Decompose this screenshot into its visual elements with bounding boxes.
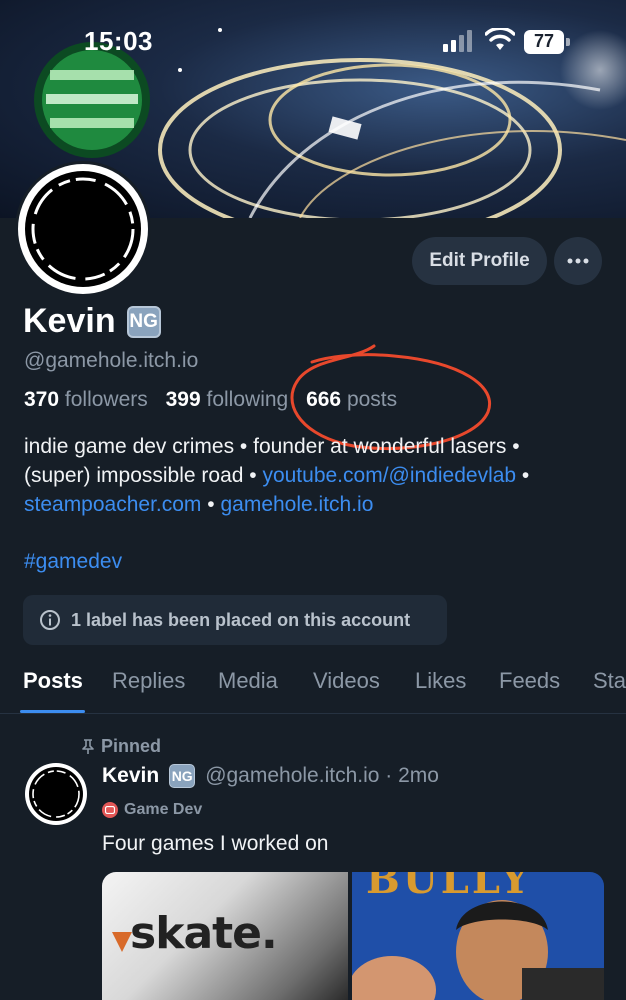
bio-itch-link[interactable]: gamehole.itch.io: [220, 493, 373, 516]
post-feed-context[interactable]: Game Dev: [102, 801, 202, 819]
post-image-skate[interactable]: skate.: [102, 872, 348, 1000]
post-author-name[interactable]: Kevin: [102, 764, 159, 788]
following-link[interactable]: 399 following: [166, 388, 289, 411]
ng-badge-icon: NG: [169, 764, 196, 788]
post-image-grid[interactable]: skate. BULLY: [102, 872, 604, 1000]
bio-youtube-link[interactable]: youtube.com/@indiedevlab: [262, 464, 516, 487]
wifi-icon: [485, 28, 515, 50]
display-name: Kevin: [23, 302, 116, 340]
tab-feeds[interactable]: Feeds: [499, 668, 560, 694]
feed-name: Game Dev: [124, 801, 203, 818]
pin-icon: [82, 738, 94, 754]
post-text: Four games I worked on: [102, 832, 329, 855]
pinned-indicator: Pinned: [81, 736, 161, 757]
avatar-logo-icon: [29, 767, 83, 821]
status-bar: 15:03 77: [0, 0, 626, 80]
followers-count: 370: [24, 388, 60, 411]
tab-starter-packs[interactable]: Sta: [593, 668, 626, 694]
skate-logo-text: skate.: [130, 908, 278, 959]
tab-likes[interactable]: Likes: [415, 668, 466, 694]
post-author-handle-time: @gamehole.itch.io · 2mo: [205, 764, 439, 787]
label-notice-text: 1 label has been placed on this account: [71, 609, 411, 630]
bio-line-2: (super) impossible road • youtube.com/@i…: [24, 464, 530, 487]
battery-indicator: 77: [524, 30, 570, 54]
pinned-label: Pinned: [101, 736, 162, 756]
avatar-logo-icon: [25, 171, 141, 287]
ng-badge-icon: NG: [126, 305, 161, 338]
followers-label: followers: [64, 388, 148, 411]
account-label-notice[interactable]: 1 label has been placed on this account: [23, 595, 447, 645]
bio-line-3: steampoacher.com • gamehole.itch.io: [24, 493, 374, 516]
profile-name-row: Kevin NG: [23, 302, 161, 341]
bio-steampoacher-link[interactable]: steampoacher.com: [24, 493, 201, 516]
post-image-bully[interactable]: BULLY: [352, 872, 604, 1000]
profile-avatar[interactable]: [15, 161, 151, 297]
tab-replies[interactable]: Replies: [112, 668, 185, 694]
profile-bio: indie game dev crimes • founder at wonde…: [24, 432, 614, 519]
ellipsis-icon: [567, 258, 589, 264]
post-header: Kevin NG @gamehole.itch.io · 2mo: [102, 764, 439, 788]
tab-videos[interactable]: Videos: [313, 668, 380, 694]
followers-link[interactable]: 370 followers: [24, 388, 148, 411]
status-time: 15:03: [84, 26, 153, 56]
profile-handle: @gamehole.itch.io: [24, 349, 199, 372]
cellular-signal-icon: [443, 30, 472, 52]
more-options-button[interactable]: [554, 237, 602, 285]
post-author-avatar[interactable]: [25, 763, 87, 825]
tab-media[interactable]: Media: [218, 668, 278, 694]
active-tab-indicator: [20, 710, 85, 713]
bio-hashtag-link[interactable]: #gamedev: [24, 550, 122, 574]
edit-profile-button[interactable]: Edit Profile: [412, 237, 547, 285]
following-count: 399: [165, 388, 201, 411]
bio-line-1: indie game dev crimes • founder at wonde…: [24, 435, 520, 458]
game-dev-feed-icon: [102, 802, 118, 818]
tab-posts[interactable]: Posts: [23, 668, 83, 694]
bully-artwork: [352, 900, 604, 1000]
info-icon: [40, 610, 60, 630]
profile-tabs: Posts Replies Media Videos Likes Feeds S…: [0, 662, 626, 714]
following-label: following: [206, 388, 289, 411]
battery-level: 77: [533, 31, 555, 51]
